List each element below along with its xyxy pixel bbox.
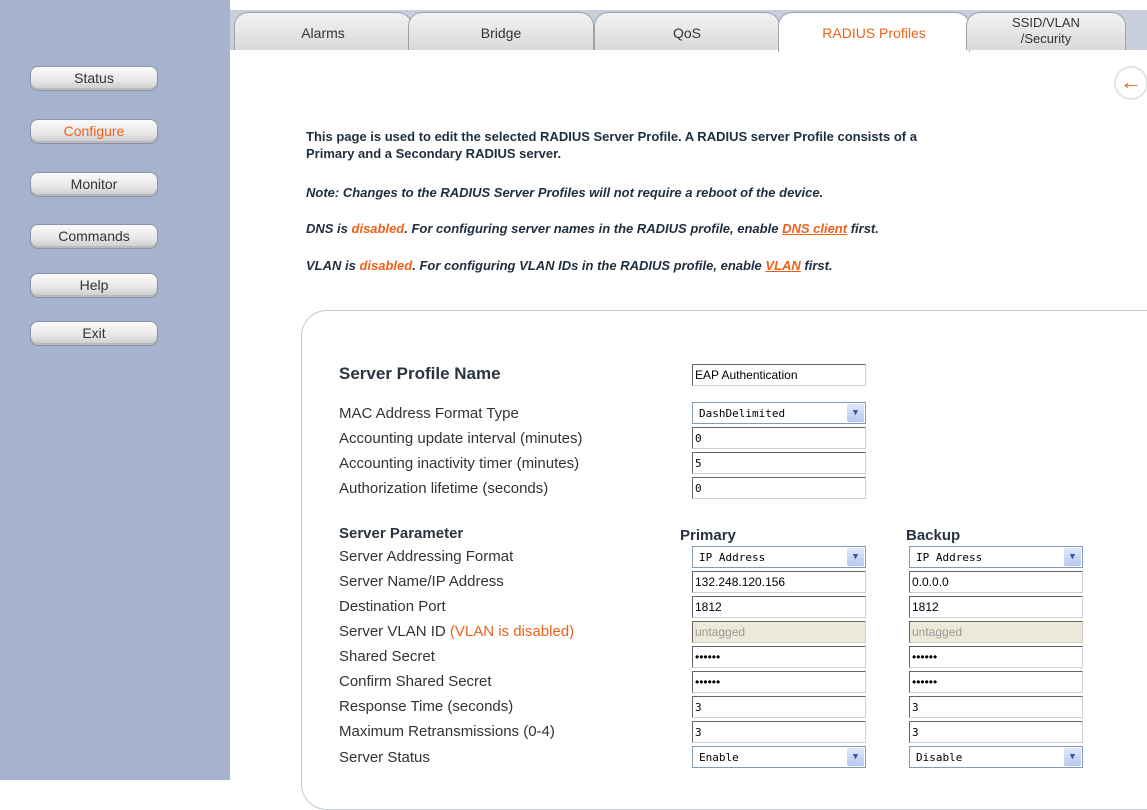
dns-middle: . For configuring server names in the RA… — [404, 221, 783, 236]
primary-secret-input[interactable]: •••••• — [692, 646, 866, 668]
tab-ssid-label-line1: SSID/VLAN — [1012, 15, 1080, 30]
tab-alarms[interactable]: Alarms — [234, 12, 412, 50]
chevron-down-icon: ▼ — [1064, 748, 1081, 766]
primary-port-input[interactable]: 1812 — [692, 596, 866, 618]
backup-secret-input[interactable]: •••••• — [909, 646, 1083, 668]
intro-line1: This page is used to edit the selected R… — [306, 129, 917, 144]
backup-vlan-input: untagged — [909, 621, 1083, 643]
vlan-state: disabled — [359, 258, 413, 273]
primary-response-time-input[interactable]: 3 — [692, 696, 866, 718]
tab-bar: Alarms Bridge QoS RADIUS Profiles SSID/V… — [230, 0, 1147, 52]
shared-secret-label: Shared Secret — [339, 648, 435, 665]
auth-lifetime-label: Authorization lifetime (seconds) — [339, 480, 549, 497]
nav-status-button[interactable]: Status — [30, 66, 158, 91]
nav-configure-button[interactable]: Configure — [30, 119, 158, 144]
primary-status-select[interactable]: Enable ▼ — [692, 746, 866, 768]
primary-status-value: Enable — [699, 751, 739, 764]
profile-name-input[interactable]: EAP Authentication — [692, 364, 866, 386]
acct-update-input[interactable]: 0 — [692, 427, 866, 449]
back-arrow-icon[interactable]: ← — [1114, 66, 1147, 100]
addressing-label: Server Addressing Format — [339, 548, 514, 565]
primary-addressing-select[interactable]: IP Address ▼ — [692, 546, 866, 568]
server-status-label: Server Status — [339, 749, 430, 766]
primary-addressing-value: IP Address — [699, 551, 766, 564]
backup-header: Backup — [906, 527, 961, 544]
profile-name-label: Server Profile Name — [339, 364, 501, 383]
backup-addressing-select[interactable]: IP Address ▼ — [909, 546, 1083, 568]
tab-radius-profiles[interactable]: RADIUS Profiles — [778, 12, 970, 52]
tab-bridge[interactable]: Bridge — [408, 12, 594, 50]
vlan-disabled-note: (VLAN is disabled) — [449, 623, 575, 640]
tab-ssid-label-line2: /Security — [1020, 31, 1072, 46]
backup-port-input[interactable]: 1812 — [909, 596, 1083, 618]
confirm-secret-label: Confirm Shared Secret — [339, 673, 492, 690]
backup-status-select[interactable]: Disable ▼ — [909, 746, 1083, 768]
backup-name-ip-input[interactable]: 0.0.0.0 — [909, 571, 1083, 593]
intro-dns: DNS is disabled. For configuring server … — [306, 221, 879, 236]
vlan-id-label: Server VLAN ID (VLAN is disabled) — [339, 623, 574, 640]
port-label: Destination Port — [339, 598, 446, 615]
primary-vlan-input: untagged — [692, 621, 866, 643]
acct-inactivity-input[interactable]: 5 — [692, 452, 866, 474]
backup-response-time-input[interactable]: 3 — [909, 696, 1083, 718]
primary-confirm-secret-input[interactable]: •••••• — [692, 671, 866, 693]
mac-format-select[interactable]: DashDelimited ▼ — [692, 402, 866, 424]
vlan-suffix: first. — [800, 258, 833, 273]
backup-confirm-secret-input[interactable]: •••••• — [909, 671, 1083, 693]
primary-name-ip-input[interactable]: 132.248.120.156 — [692, 571, 866, 593]
nav-monitor-button[interactable]: Monitor — [30, 172, 158, 197]
tab-qos[interactable]: QoS — [594, 12, 780, 50]
chevron-down-icon: ▼ — [847, 748, 864, 766]
tab-ssid-vlan-security[interactable]: SSID/VLAN /Security — [966, 12, 1126, 50]
mac-format-label: MAC Address Format Type — [339, 405, 519, 422]
name-ip-label: Server Name/IP Address — [339, 573, 504, 590]
dns-suffix: first. — [847, 221, 879, 236]
retransmissions-label: Maximum Retransmissions (0-4) — [339, 723, 555, 740]
chevron-down-icon: ▼ — [847, 548, 864, 566]
intro-note: Note: Changes to the RADIUS Server Profi… — [306, 185, 824, 200]
vlan-link[interactable]: VLAN — [765, 258, 800, 273]
backup-status-value: Disable — [916, 751, 963, 764]
primary-header: Primary — [680, 527, 736, 544]
vlan-prefix: VLAN is — [306, 258, 360, 273]
intro-vlan: VLAN is disabled. For configuring VLAN I… — [306, 258, 833, 273]
backup-retransmissions-input[interactable]: 3 — [909, 721, 1083, 743]
dns-state: disabled — [351, 221, 405, 236]
nav-help-button[interactable]: Help — [30, 273, 158, 298]
vlan-id-label-text: Server VLAN ID — [339, 623, 446, 640]
nav-exit-button[interactable]: Exit — [30, 321, 158, 346]
acct-inactivity-label: Accounting inactivity timer (minutes) — [339, 455, 580, 472]
acct-update-label: Accounting update interval (minutes) — [339, 430, 583, 447]
primary-retransmissions-input[interactable]: 3 — [692, 721, 866, 743]
nav-commands-button[interactable]: Commands — [30, 224, 158, 249]
chevron-down-icon: ▼ — [1064, 548, 1081, 566]
server-param-header: Server Parameter — [339, 525, 464, 542]
intro-line2: Primary and a Secondary RADIUS server. — [306, 146, 562, 161]
vlan-middle: . For configuring VLAN IDs in the RADIUS… — [412, 258, 766, 273]
backup-addressing-value: IP Address — [916, 551, 983, 564]
mac-format-value: DashDelimited — [699, 407, 786, 420]
sidebar: Status Configure Monitor Commands Help E… — [0, 0, 230, 780]
auth-lifetime-input[interactable]: 0 — [692, 477, 866, 499]
dns-client-link[interactable]: DNS client — [782, 221, 847, 236]
chevron-down-icon: ▼ — [847, 404, 864, 422]
dns-prefix: DNS is — [306, 221, 352, 236]
response-time-label: Response Time (seconds) — [339, 698, 514, 715]
